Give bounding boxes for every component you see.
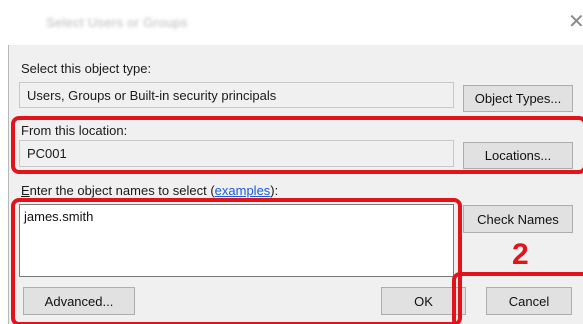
advanced-button[interactable]: Advanced... [23,287,135,315]
object-names-label: Enter the object names to select (exampl… [21,183,279,198]
ok-button[interactable]: OK [381,287,466,315]
close-icon[interactable]: ✕ [568,12,583,32]
object-names-input[interactable]: james.smith [19,204,454,277]
step-number-badge: 2 [512,238,529,271]
title-bar: Select Users or Groups ✕ [8,0,583,45]
locations-button[interactable]: Locations... [463,142,573,169]
object-type-field: Users, Groups or Built-in security princ… [19,82,454,108]
location-field: PC001 [19,140,454,167]
examples-link[interactable]: examples [215,183,271,198]
check-names-button[interactable]: Check Names [463,205,573,233]
window-title: Select Users or Groups [46,15,188,30]
object-type-label: Select this object type: [21,61,152,76]
cancel-button[interactable]: Cancel [486,287,572,315]
object-types-button[interactable]: Object Types... [463,85,573,112]
location-label: From this location: [21,123,128,138]
screenshot-stage: Select Users or Groups ✕ Select this obj… [0,0,583,324]
